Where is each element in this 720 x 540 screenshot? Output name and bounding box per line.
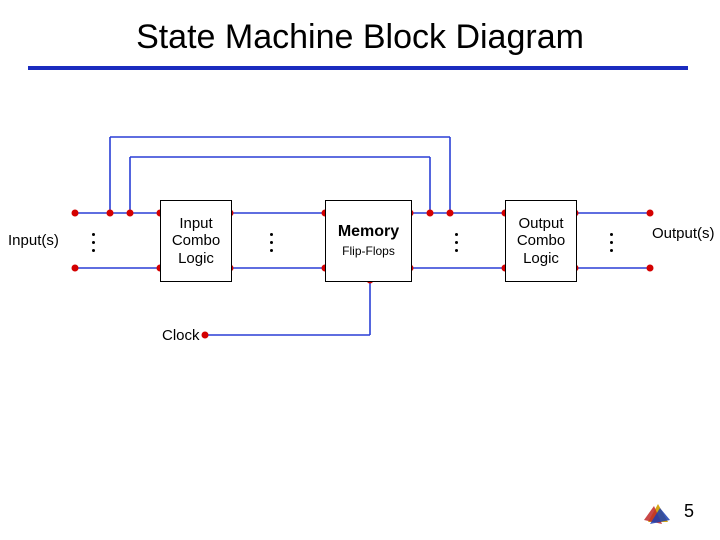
block-line: Flip-Flops (342, 245, 395, 259)
page-title: State Machine Block Diagram (0, 18, 720, 57)
block-line: Memory (338, 223, 399, 241)
ellipsis-dots (455, 233, 458, 252)
block-memory: Memory Flip-Flops (325, 200, 412, 282)
block-line: Input (179, 215, 212, 232)
block-line: Output (518, 215, 563, 232)
block-line: Combo (517, 232, 565, 249)
ellipsis-dots (270, 233, 273, 252)
page-number: 5 (684, 501, 694, 522)
block-line: Logic (523, 250, 559, 267)
inputs-label: Input(s) (8, 232, 59, 249)
block-output-combo-logic: Output Combo Logic (505, 200, 577, 282)
clock-label: Clock (162, 327, 200, 344)
slide-logo-icon (644, 500, 670, 526)
ellipsis-dots (610, 233, 613, 252)
ellipsis-dots (92, 233, 95, 252)
block-line: Combo (172, 232, 220, 249)
outputs-label: Output(s) (652, 225, 715, 242)
block-line: Logic (178, 250, 214, 267)
title-underline (28, 66, 688, 70)
block-input-combo-logic: Input Combo Logic (160, 200, 232, 282)
